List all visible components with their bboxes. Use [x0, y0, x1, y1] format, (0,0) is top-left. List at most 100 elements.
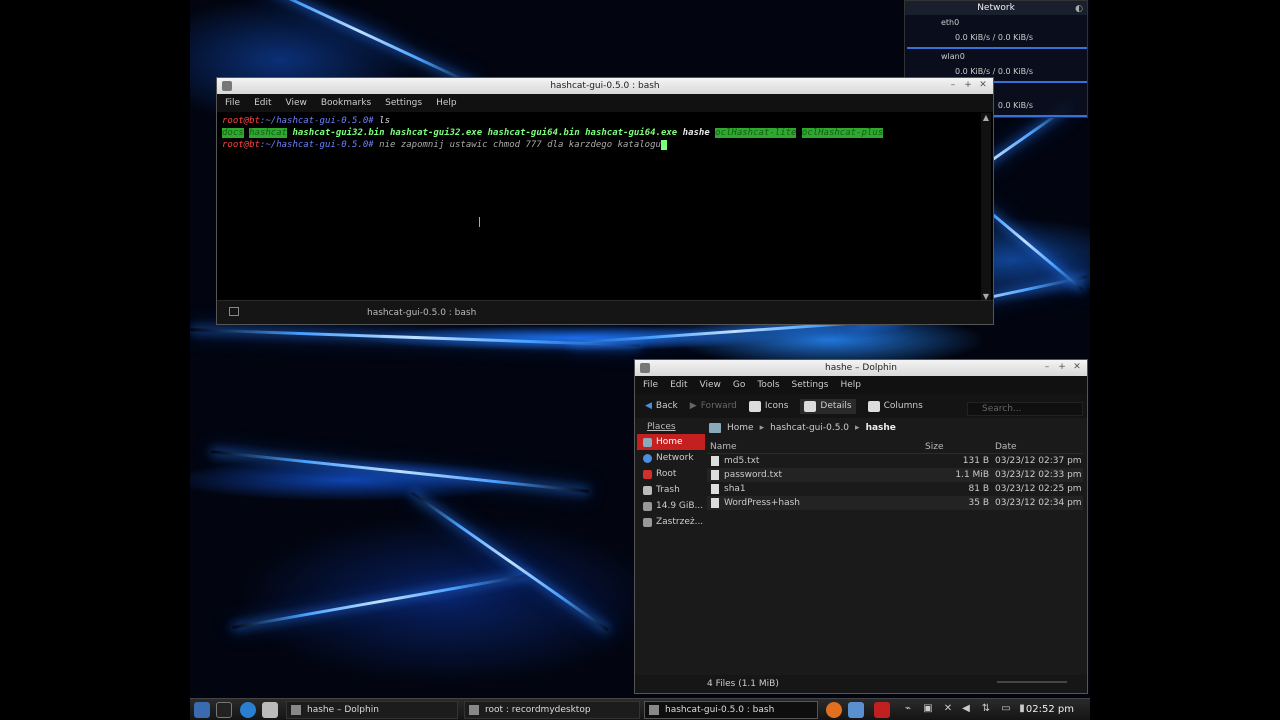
terminal-tab[interactable]: hashcat-gui-0.5.0 : bash	[367, 308, 476, 318]
terminal-app-icon[interactable]	[222, 81, 232, 91]
place-label: Network	[656, 453, 694, 463]
dolphin-app-icon[interactable]	[640, 363, 650, 373]
clipboard-icon[interactable]: ⌁	[902, 703, 914, 715]
terminal-titlebar[interactable]: hashcat-gui-0.5.0 : bash – + ✕	[217, 78, 993, 94]
file-row[interactable]: md5.txt 131 B 03/23/12 02:37 pm	[707, 454, 1083, 468]
arrow-right-icon: ▶	[689, 401, 697, 411]
menu-view[interactable]: View	[700, 380, 721, 390]
places-header: Places	[647, 422, 676, 432]
menu-go[interactable]: Go	[733, 380, 745, 390]
task-label: hashcat-gui-0.5.0 : bash	[665, 705, 775, 715]
root-folder-icon	[643, 469, 652, 479]
columns-view-button[interactable]: Columns	[867, 400, 923, 412]
file-row[interactable]: password.txt 1.1 MiB 03/23/12 02:33 pm	[707, 468, 1083, 482]
notes-icon[interactable]: ▣	[922, 703, 934, 715]
display-icon[interactable]: ▭	[1000, 703, 1012, 715]
arrow-left-icon: ◀	[645, 401, 652, 411]
column-size-header[interactable]: Size	[925, 442, 943, 452]
forward-label: Forward	[700, 401, 737, 411]
search-input[interactable]: Search...	[967, 402, 1083, 416]
network-widget-title: Network ◐	[905, 1, 1087, 15]
forward-button[interactable]: ▶ Forward	[690, 401, 737, 411]
menu-file[interactable]: File	[225, 98, 240, 108]
column-name-header[interactable]: Name	[710, 442, 737, 452]
breadcrumb-parent[interactable]: hashcat-gui-0.5.0	[770, 423, 849, 433]
menu-view[interactable]: View	[286, 98, 307, 108]
task-terminal[interactable]: hashcat-gui-0.5.0 : bash	[644, 701, 818, 719]
menu-edit[interactable]: Edit	[670, 380, 687, 390]
file-manager-launcher-icon[interactable]	[262, 702, 278, 718]
breadcrumb-current[interactable]: hashe	[866, 423, 896, 433]
terminal-tabbar: hashcat-gui-0.5.0 : bash	[217, 300, 993, 324]
place-home[interactable]: Home	[637, 434, 705, 450]
firefox-icon[interactable]	[826, 702, 842, 718]
command-text: ls	[373, 116, 390, 126]
volume-icon[interactable]: ◀	[960, 703, 972, 715]
interface-name: wlan0	[941, 52, 965, 61]
menu-help[interactable]: Help	[840, 380, 861, 390]
network-tray-icon[interactable]: ⇅	[980, 703, 992, 715]
close-icon[interactable]: ✕	[977, 80, 989, 92]
file-list: md5.txt 131 B 03/23/12 02:37 pm password.tx…	[707, 454, 1083, 510]
place-trash[interactable]: Trash	[637, 482, 705, 498]
icons-view-button[interactable]: Icons	[748, 400, 788, 412]
menu-settings[interactable]: Settings	[792, 380, 829, 390]
close-icon[interactable]: ✕	[1071, 362, 1083, 374]
column-date-header[interactable]: Date	[995, 442, 1017, 452]
menu-bookmarks[interactable]: Bookmarks	[321, 98, 371, 108]
chevron-right-icon: ▸	[855, 423, 860, 433]
file-icon	[711, 484, 719, 494]
ls-entry: oclHashcat-lite	[715, 128, 797, 138]
kde-menu-icon[interactable]	[194, 702, 210, 718]
file-row[interactable]: WordPress+hash 35 B 03/23/12 02:34 pm	[707, 496, 1083, 510]
filezilla-icon[interactable]	[874, 702, 890, 718]
virtualbox-icon[interactable]	[848, 702, 864, 718]
file-size: 81 B	[968, 484, 990, 494]
maximize-icon[interactable]: +	[962, 80, 974, 92]
terminal-output[interactable]: root@bt:~/hashcat-gui-0.5.0# ls docs has…	[219, 113, 979, 301]
new-tab-icon[interactable]	[229, 307, 239, 316]
minimize-icon[interactable]: –	[947, 80, 959, 92]
zoom-slider[interactable]	[997, 681, 1067, 683]
terminal-window[interactable]: hashcat-gui-0.5.0 : bash – + ✕ File Edit…	[216, 77, 994, 325]
file-list-header: Name Size Date	[707, 440, 1083, 454]
terminal-line-3: root@bt:~/hashcat-gui-0.5.0# nie zapomni…	[222, 139, 976, 151]
status-bar: 4 Files (1.1 MiB)	[635, 675, 1087, 693]
menu-edit[interactable]: Edit	[254, 98, 271, 108]
maximize-icon[interactable]: +	[1056, 362, 1068, 374]
place-network[interactable]: Network	[637, 450, 705, 466]
terminal-launcher-icon[interactable]	[216, 702, 232, 718]
minimize-icon[interactable]: –	[1041, 362, 1053, 374]
breadcrumb-home[interactable]: Home	[727, 423, 754, 433]
task-recordmydesktop[interactable]: root : recordmydesktop	[464, 701, 640, 719]
back-button[interactable]: ◀ Back	[645, 401, 678, 411]
terminal-scrollbar[interactable]: ▲ ▼	[981, 113, 991, 301]
menu-help[interactable]: Help	[436, 98, 457, 108]
dolphin-titlebar[interactable]: hashe – Dolphin – + ✕	[635, 360, 1087, 376]
tools-icon[interactable]: ✕	[942, 703, 954, 715]
file-date: 03/23/12 02:37 pm	[995, 456, 1082, 466]
menu-settings[interactable]: Settings	[385, 98, 422, 108]
menu-file[interactable]: File	[643, 380, 658, 390]
home-icon[interactable]	[709, 423, 721, 433]
prompt-user: root@bt	[222, 116, 260, 126]
status-text: 4 Files (1.1 MiB)	[707, 679, 779, 689]
icons-view-icon	[748, 400, 761, 412]
place-drive-2[interactable]: Zastrzeż...	[637, 514, 705, 530]
back-label: Back	[655, 401, 678, 411]
places-panel: Places Home Network Root Trash 14.9 GiB.…	[637, 420, 705, 682]
scroll-up-icon[interactable]: ▲	[981, 113, 991, 122]
settings-icon[interactable]: ◐	[1075, 2, 1083, 16]
file-view: Home ▸ hashcat-gui-0.5.0 ▸ hashe Name Si…	[707, 420, 1083, 682]
task-dolphin[interactable]: hashe – Dolphin	[286, 701, 458, 719]
details-view-button[interactable]: Details	[800, 398, 856, 414]
browser-launcher-icon[interactable]	[240, 702, 256, 718]
clock[interactable]: 02:52 pm	[1026, 704, 1074, 715]
place-drive-1[interactable]: 14.9 GiB...	[637, 498, 705, 514]
file-row[interactable]: sha1 81 B 03/23/12 02:25 pm	[707, 482, 1083, 496]
prompt-path: :~/hashcat-gui-0.5.0#	[259, 140, 374, 150]
place-root[interactable]: Root	[637, 466, 705, 482]
menu-tools[interactable]: Tools	[757, 380, 779, 390]
terminal-menubar: File Edit View Bookmarks Settings Help	[217, 94, 993, 112]
dolphin-window[interactable]: hashe – Dolphin – + ✕ File Edit View Go …	[634, 359, 1088, 694]
